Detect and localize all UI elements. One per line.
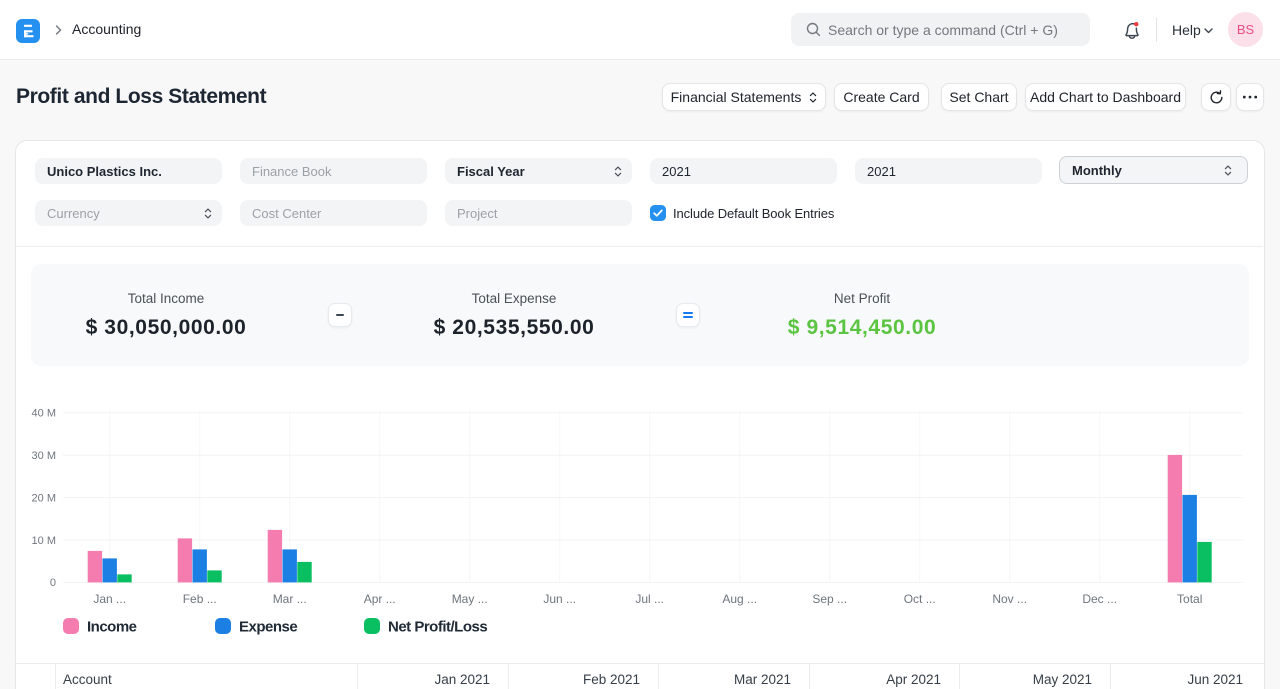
svg-text:0: 0 [50,577,56,589]
svg-text:Net Profit/Loss: Net Profit/Loss [388,619,487,636]
svg-text:Aug ...: Aug ... [722,592,757,606]
svg-text:30 M: 30 M [32,450,56,462]
svg-text:May ...: May ... [452,592,488,606]
svg-text:Total: Total [1177,592,1202,606]
svg-text:Jul ...: Jul ... [635,592,664,606]
svg-text:Nov ...: Nov ... [992,592,1027,606]
svg-text:Oct ...: Oct ... [904,592,936,606]
svg-text:Jan ...: Jan ... [93,592,126,606]
svg-text:Expense: Expense [239,619,297,636]
svg-text:Mar ...: Mar ... [273,592,307,606]
svg-text:Feb ...: Feb ... [183,592,217,606]
svg-text:10 M: 10 M [32,535,56,547]
svg-text:20 M: 20 M [32,492,56,504]
svg-text:Sep ...: Sep ... [812,592,847,606]
svg-text:Income: Income [87,619,137,636]
svg-text:Apr ...: Apr ... [364,592,396,606]
svg-text:40 M: 40 M [32,408,56,420]
svg-text:Jun ...: Jun ... [543,592,576,606]
svg-text:Dec ...: Dec ... [1082,592,1117,606]
